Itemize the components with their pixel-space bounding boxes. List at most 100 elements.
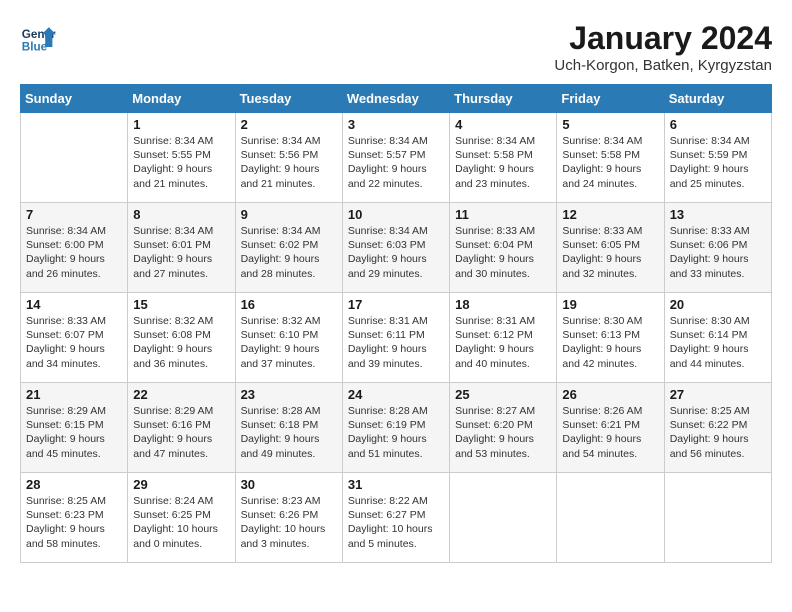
weekday-header-friday: Friday (557, 85, 664, 113)
day-info: Sunrise: 8:33 AM Sunset: 6:06 PM Dayligh… (670, 224, 766, 281)
day-cell (450, 473, 557, 563)
day-info: Sunrise: 8:25 AM Sunset: 6:22 PM Dayligh… (670, 404, 766, 461)
day-number: 27 (670, 387, 766, 402)
day-info: Sunrise: 8:30 AM Sunset: 6:13 PM Dayligh… (562, 314, 658, 371)
day-info: Sunrise: 8:33 AM Sunset: 6:04 PM Dayligh… (455, 224, 551, 281)
day-cell: 17 Sunrise: 8:31 AM Sunset: 6:11 PM Dayli… (342, 293, 449, 383)
day-info: Sunrise: 8:29 AM Sunset: 6:16 PM Dayligh… (133, 404, 229, 461)
day-number: 3 (348, 117, 444, 132)
day-cell: 8Sunrise: 8:34 AM Sunset: 6:01 PM Daylig… (128, 203, 235, 293)
svg-text:Blue: Blue (22, 41, 48, 54)
day-cell: 23 Sunrise: 8:28 AM Sunset: 6:18 PM Dayli… (235, 383, 342, 473)
day-number: 16 (241, 297, 337, 312)
day-info: Sunrise: 8:34 AM Sunset: 5:55 PM Dayligh… (133, 134, 229, 191)
day-cell: 16 Sunrise: 8:32 AM Sunset: 6:10 PM Dayli… (235, 293, 342, 383)
day-cell: 14 Sunrise: 8:33 AM Sunset: 6:07 PM Dayli… (21, 293, 128, 383)
day-info: Sunrise: 8:23 AM Sunset: 6:26 PM Dayligh… (241, 494, 337, 551)
day-info: Sunrise: 8:32 AM Sunset: 6:10 PM Dayligh… (241, 314, 337, 371)
day-number: 5 (562, 117, 658, 132)
day-cell: 29 Sunrise: 8:24 AM Sunset: 6:25 PM Dayli… (128, 473, 235, 563)
day-cell: 1Sunrise: 8:34 AM Sunset: 5:55 PM Daylig… (128, 113, 235, 203)
day-info: Sunrise: 8:26 AM Sunset: 6:21 PM Dayligh… (562, 404, 658, 461)
day-info: Sunrise: 8:29 AM Sunset: 6:15 PM Dayligh… (26, 404, 122, 461)
day-cell: 6Sunrise: 8:34 AM Sunset: 5:59 PM Daylig… (664, 113, 771, 203)
weekday-header-saturday: Saturday (664, 85, 771, 113)
day-number: 26 (562, 387, 658, 402)
weekday-header-wednesday: Wednesday (342, 85, 449, 113)
day-info: Sunrise: 8:28 AM Sunset: 6:18 PM Dayligh… (241, 404, 337, 461)
day-cell: 7 Sunrise: 8:34 AM Sunset: 6:00 PM Daylig… (21, 203, 128, 293)
day-info: Sunrise: 8:30 AM Sunset: 6:14 PM Dayligh… (670, 314, 766, 371)
day-cell: 21 Sunrise: 8:29 AM Sunset: 6:15 PM Dayli… (21, 383, 128, 473)
page-title: January 2024 (554, 20, 772, 57)
day-info: Sunrise: 8:31 AM Sunset: 6:12 PM Dayligh… (455, 314, 551, 371)
day-number: 30 (241, 477, 337, 492)
title-block: January 2024 Uch-Korgon, Batken, Kyrgyzs… (554, 20, 772, 74)
day-info: Sunrise: 8:31 AM Sunset: 6:11 PM Dayligh… (348, 314, 444, 371)
day-cell: 28 Sunrise: 8:25 AM Sunset: 6:23 PM Dayli… (21, 473, 128, 563)
day-info: Sunrise: 8:34 AM Sunset: 5:58 PM Dayligh… (455, 134, 551, 191)
day-cell: 10Sunrise: 8:34 AM Sunset: 6:03 PM Dayli… (342, 203, 449, 293)
day-number: 29 (133, 477, 229, 492)
day-cell: 19Sunrise: 8:30 AM Sunset: 6:13 PM Dayli… (557, 293, 664, 383)
day-number: 24 (348, 387, 444, 402)
day-cell (21, 113, 128, 203)
day-number: 23 (241, 387, 337, 402)
day-cell: 4 Sunrise: 8:34 AM Sunset: 5:58 PM Daylig… (450, 113, 557, 203)
day-info: Sunrise: 8:27 AM Sunset: 6:20 PM Dayligh… (455, 404, 551, 461)
week-row-3: 14 Sunrise: 8:33 AM Sunset: 6:07 PM Dayli… (21, 293, 772, 383)
day-cell: 5 Sunrise: 8:34 AM Sunset: 5:58 PM Daylig… (557, 113, 664, 203)
day-number: 17 (348, 297, 444, 312)
day-number: 25 (455, 387, 551, 402)
weekday-header-thursday: Thursday (450, 85, 557, 113)
day-cell: 11 Sunrise: 8:33 AM Sunset: 6:04 PM Dayli… (450, 203, 557, 293)
page-subtitle: Uch-Korgon, Batken, Kyrgyzstan (554, 57, 772, 74)
day-number: 11 (455, 207, 551, 222)
day-number: 14 (26, 297, 122, 312)
day-number: 10 (348, 207, 444, 222)
day-number: 13 (670, 207, 766, 222)
weekday-header-row: SundayMondayTuesdayWednesdayThursdayFrid… (21, 85, 772, 113)
week-row-4: 21 Sunrise: 8:29 AM Sunset: 6:15 PM Dayli… (21, 383, 772, 473)
day-number: 4 (455, 117, 551, 132)
day-number: 21 (26, 387, 122, 402)
day-cell: 26 Sunrise: 8:26 AM Sunset: 6:21 PM Dayli… (557, 383, 664, 473)
day-info: Sunrise: 8:32 AM Sunset: 6:08 PM Dayligh… (133, 314, 229, 371)
weekday-header-tuesday: Tuesday (235, 85, 342, 113)
day-number: 2 (241, 117, 337, 132)
day-cell: 3 Sunrise: 8:34 AM Sunset: 5:57 PM Daylig… (342, 113, 449, 203)
day-number: 7 (26, 207, 122, 222)
day-info: Sunrise: 8:34 AM Sunset: 5:57 PM Dayligh… (348, 134, 444, 191)
day-info: Sunrise: 8:28 AM Sunset: 6:19 PM Dayligh… (348, 404, 444, 461)
day-number: 18 (455, 297, 551, 312)
day-info: Sunrise: 8:22 AM Sunset: 6:27 PM Dayligh… (348, 494, 444, 551)
day-info: Sunrise: 8:24 AM Sunset: 6:25 PM Dayligh… (133, 494, 229, 551)
day-cell: 30 Sunrise: 8:23 AM Sunset: 6:26 PM Dayli… (235, 473, 342, 563)
day-info: Sunrise: 8:25 AM Sunset: 6:23 PM Dayligh… (26, 494, 122, 551)
day-cell: 9Sunrise: 8:34 AM Sunset: 6:02 PM Daylig… (235, 203, 342, 293)
day-cell: 25 Sunrise: 8:27 AM Sunset: 6:20 PM Dayli… (450, 383, 557, 473)
calendar-table: SundayMondayTuesdayWednesdayThursdayFrid… (20, 84, 772, 563)
day-info: Sunrise: 8:34 AM Sunset: 6:00 PM Dayligh… (26, 224, 122, 281)
week-row-1: 1Sunrise: 8:34 AM Sunset: 5:55 PM Daylig… (21, 113, 772, 203)
day-info: Sunrise: 8:34 AM Sunset: 5:56 PM Dayligh… (241, 134, 337, 191)
week-row-5: 28 Sunrise: 8:25 AM Sunset: 6:23 PM Dayli… (21, 473, 772, 563)
day-cell: 27 Sunrise: 8:25 AM Sunset: 6:22 PM Dayli… (664, 383, 771, 473)
day-number: 20 (670, 297, 766, 312)
day-cell: 15 Sunrise: 8:32 AM Sunset: 6:08 PM Dayli… (128, 293, 235, 383)
day-number: 22 (133, 387, 229, 402)
day-number: 12 (562, 207, 658, 222)
day-number: 8 (133, 207, 229, 222)
day-cell: 12 Sunrise: 8:33 AM Sunset: 6:05 PM Dayli… (557, 203, 664, 293)
week-row-2: 7 Sunrise: 8:34 AM Sunset: 6:00 PM Daylig… (21, 203, 772, 293)
day-number: 28 (26, 477, 122, 492)
day-info: Sunrise: 8:33 AM Sunset: 6:05 PM Dayligh… (562, 224, 658, 281)
day-cell (664, 473, 771, 563)
day-number: 15 (133, 297, 229, 312)
day-cell: 22 Sunrise: 8:29 AM Sunset: 6:16 PM Dayli… (128, 383, 235, 473)
day-cell: 18 Sunrise: 8:31 AM Sunset: 6:12 PM Dayli… (450, 293, 557, 383)
day-info: Sunrise: 8:34 AM Sunset: 5:58 PM Dayligh… (562, 134, 658, 191)
day-cell (557, 473, 664, 563)
day-cell: 20 Sunrise: 8:30 AM Sunset: 6:14 PM Dayli… (664, 293, 771, 383)
day-info: Sunrise: 8:33 AM Sunset: 6:07 PM Dayligh… (26, 314, 122, 371)
